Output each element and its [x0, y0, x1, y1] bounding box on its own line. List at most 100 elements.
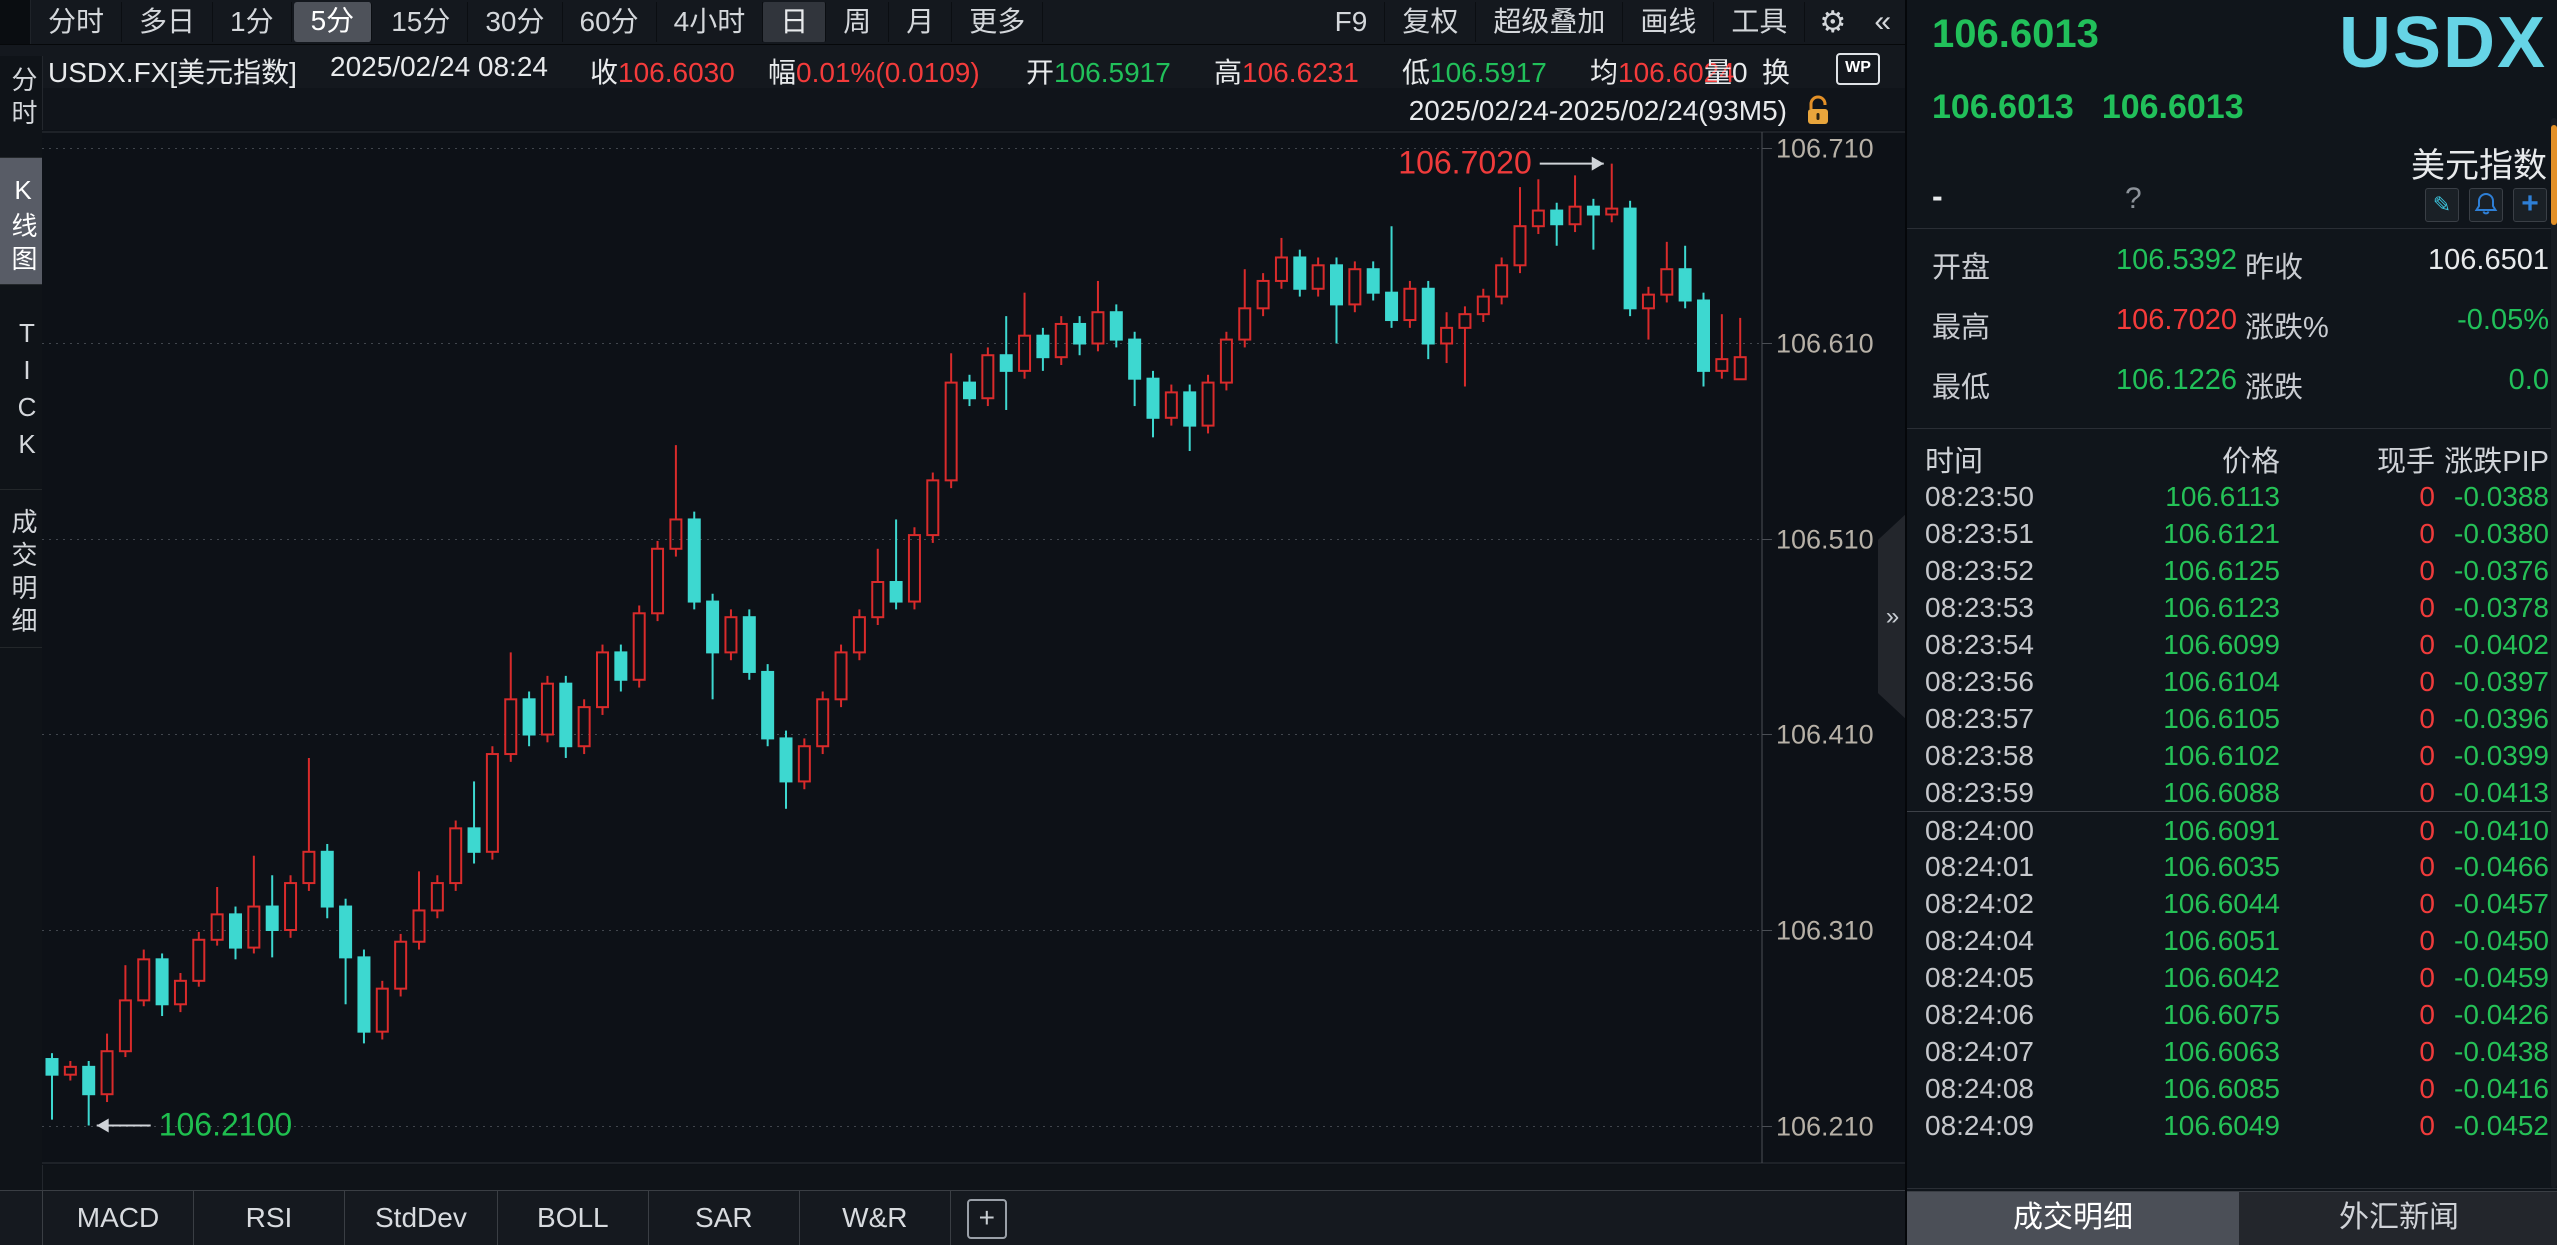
sidebar-item-K线图[interactable]: K线图 [0, 158, 42, 285]
candle-down [1148, 379, 1159, 418]
trade-price: 106.6088 [2090, 774, 2280, 811]
panel-expander-handle[interactable]: » [1878, 513, 1907, 720]
candle-down [781, 738, 792, 781]
period-tab-4小时[interactable]: 4小时 [657, 2, 764, 42]
toolbar-lead-spacer [0, 0, 31, 44]
trade-pip: -0.0426 [2435, 996, 2549, 1033]
divider [1907, 228, 2557, 229]
trade-time: 08:23:52 [1925, 552, 2090, 589]
trade-row[interactable]: 08:23:50106.61130-0.0388 [1907, 478, 2557, 515]
candle-up [854, 617, 865, 652]
trade-row[interactable]: 08:24:06106.60750-0.0426 [1907, 996, 2557, 1033]
candle-up [1515, 226, 1526, 265]
tool-button-画线[interactable]: 画线 [1623, 2, 1714, 42]
indicator-tab-SAR[interactable]: SAR [649, 1191, 800, 1245]
sidebar-item-TICK[interactable]: TICK [0, 285, 42, 490]
candle-up [817, 699, 828, 746]
trade-pip: -0.0397 [2435, 663, 2549, 700]
candle-up [212, 914, 223, 939]
indicator-tab-StdDev[interactable]: StdDev [345, 1191, 498, 1245]
range-bar: 2025/02/24-2025/02/24(93M5) [0, 88, 1905, 132]
indicator-tab-W&R[interactable]: W&R [800, 1191, 951, 1245]
period-tab-月[interactable]: 月 [889, 2, 952, 42]
trade-time: 08:24:09 [1925, 1107, 2090, 1144]
trade-row[interactable]: 08:23:54106.60990-0.0402 [1907, 626, 2557, 663]
trade-row[interactable]: 08:23:53106.61230-0.0378 [1907, 589, 2557, 626]
trade-row[interactable]: 08:23:59106.60880-0.0413 [1907, 774, 2557, 811]
symbol-code: USDX [2339, 2, 2547, 84]
stat-row-开盘: 开盘106.5392昨收106.6501 [1907, 244, 2557, 304]
candle-up [1716, 359, 1727, 371]
indicator-tab-BOLL[interactable]: BOLL [498, 1191, 649, 1245]
y-axis-tick: 106.210 [1776, 1112, 1874, 1142]
trade-row[interactable]: 08:24:00106.60910-0.0410 [1907, 811, 2557, 848]
panel-tab-成交明细[interactable]: 成交明细 [1907, 1192, 2239, 1245]
candle-up [799, 746, 810, 781]
stat-value: 106.1226 [2116, 364, 2237, 397]
tool-button-超级叠加[interactable]: 超级叠加 [1476, 2, 1623, 42]
settings-gear-icon[interactable]: ⚙ [1805, 5, 1860, 40]
question-mark-icon[interactable]: ? [2125, 182, 2142, 216]
candle-up [542, 684, 553, 735]
quote-field-高: 高106.6231 [1214, 51, 1359, 91]
panel-scrollbar[interactable] [2551, 118, 2557, 1188]
trade-volume: 0 [2280, 922, 2435, 959]
unlock-icon[interactable] [1801, 94, 1835, 133]
trade-time: 08:24:07 [1925, 1033, 2090, 1070]
period-tab-30分[interactable]: 30分 [468, 2, 562, 42]
panel-tab-外汇新闻[interactable]: 外汇新闻 [2239, 1192, 2557, 1245]
wp-window-icon[interactable]: WP [1836, 53, 1880, 85]
trade-price: 106.6085 [2090, 1070, 2280, 1107]
trade-time: 08:23:50 [1925, 478, 2090, 515]
stat-label: 涨跌 [2245, 364, 2303, 406]
edit-pencil-icon[interactable]: ✎ [2425, 188, 2459, 222]
period-tab-多日[interactable]: 多日 [122, 2, 213, 42]
trade-pip: -0.0399 [2435, 737, 2549, 774]
period-tab-60分[interactable]: 60分 [563, 2, 657, 42]
trade-row[interactable]: 08:23:52106.61250-0.0376 [1907, 552, 2557, 589]
period-tab-周[interactable]: 周 [826, 2, 889, 42]
candle-down [1551, 211, 1562, 225]
tool-button-工具[interactable]: 工具 [1714, 2, 1805, 42]
tool-buttons: F9复权超级叠加画线工具 [1318, 2, 1806, 42]
indicator-tab-RSI[interactable]: RSI [194, 1191, 345, 1245]
trade-row[interactable]: 08:24:08106.60850-0.0416 [1907, 1070, 2557, 1107]
trade-row[interactable]: 08:23:51106.61210-0.0380 [1907, 515, 2557, 552]
ask-price: 106.6013 [2102, 88, 2244, 126]
scrollbar-thumb[interactable] [2551, 125, 2557, 225]
trade-row[interactable]: 08:23:56106.61040-0.0397 [1907, 663, 2557, 700]
candle-up [1661, 269, 1672, 294]
candlestick-chart[interactable]: 106.710106.610106.510106.410106.310106.2… [42, 130, 1905, 1165]
trade-row[interactable]: 08:23:57106.61050-0.0396 [1907, 700, 2557, 737]
trade-row[interactable]: 08:24:09106.60490-0.0452 [1907, 1107, 2557, 1144]
collapse-panel-icon[interactable]: « [1860, 5, 1905, 39]
period-tab-1分[interactable]: 1分 [213, 2, 292, 42]
sidebar-item-分时图[interactable]: 分时图 [0, 56, 42, 158]
period-tab-分时[interactable]: 分时 [31, 2, 122, 42]
add-indicator-icon[interactable]: + [967, 1199, 1007, 1239]
tool-button-F9[interactable]: F9 [1318, 2, 1386, 42]
period-tab-日[interactable]: 日 [763, 2, 826, 42]
trade-row[interactable]: 08:24:02106.60440-0.0457 [1907, 885, 2557, 922]
indicator-tab-MACD[interactable]: MACD [43, 1191, 194, 1245]
add-watch-icon[interactable]: + [2513, 188, 2547, 222]
period-tab-15分[interactable]: 15分 [374, 2, 468, 42]
candle-up [414, 910, 425, 941]
trade-row[interactable]: 08:24:01106.60350-0.0466 [1907, 848, 2557, 885]
trade-row[interactable]: 08:24:07106.60630-0.0438 [1907, 1033, 2557, 1070]
trade-row[interactable]: 08:24:05106.60420-0.0459 [1907, 959, 2557, 996]
sidebar-item-成交明细[interactable]: 成交明细 [0, 490, 42, 648]
quote-bar: USDX.FX[美元指数] 2025/02/24 08:24 收106.6030… [0, 45, 1905, 88]
trade-volume: 0 [2280, 478, 2435, 515]
period-tab-更多[interactable]: 更多 [952, 2, 1043, 42]
tool-button-复权[interactable]: 复权 [1385, 2, 1476, 42]
trade-volume: 0 [2280, 552, 2435, 589]
alert-bell-icon[interactable] [2469, 188, 2503, 222]
candle-down [560, 684, 571, 747]
trade-row[interactable]: 08:24:04106.60510-0.0450 [1907, 922, 2557, 959]
trade-time: 08:24:00 [1925, 812, 2090, 849]
trades-table[interactable]: 08:23:50106.61130-0.038808:23:51106.6121… [1907, 478, 2557, 1144]
period-tab-5分[interactable]: 5分 [294, 2, 373, 42]
low-price-annotation: 106.2100 [159, 1107, 292, 1143]
trade-row[interactable]: 08:23:58106.61020-0.0399 [1907, 737, 2557, 774]
